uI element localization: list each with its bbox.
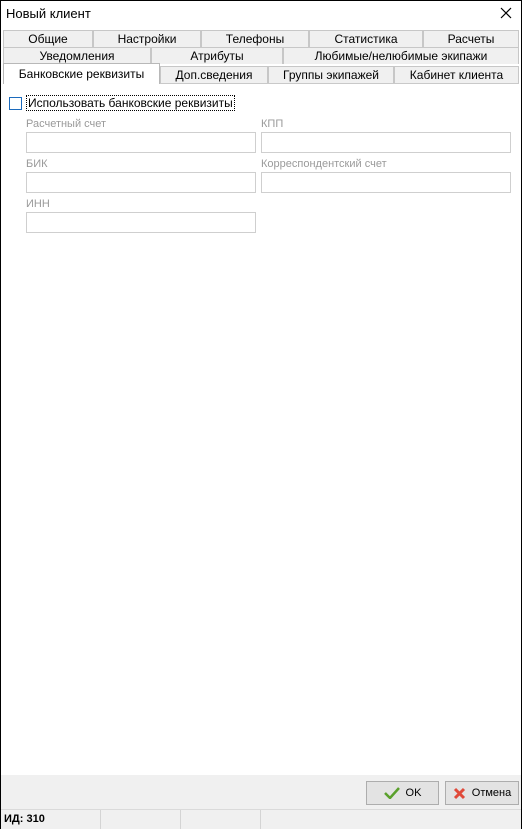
tab-favorite-crews[interactable]: Любимые/нелюбимые экипажи [283, 47, 519, 64]
tab-crew-groups[interactable]: Группы экипажей [268, 66, 394, 83]
tab-attributes[interactable]: Атрибуты [151, 47, 283, 64]
client-id-text: ИД: 310 [4, 813, 45, 825]
kpp-label: КПП [261, 118, 284, 130]
tab-general[interactable]: Общие [3, 30, 93, 47]
corr-account-label: Корреспондентский счет [261, 158, 387, 170]
inn-input[interactable] [26, 212, 256, 233]
cancel-button[interactable]: Отмена [445, 781, 519, 805]
checkbox-box[interactable] [9, 96, 22, 110]
ok-button[interactable]: OK [366, 781, 439, 805]
red-x-icon [453, 787, 466, 800]
tab-client-cabinet[interactable]: Кабинет клиента [394, 66, 519, 83]
checkmark-icon [383, 787, 400, 799]
tab-bank-details[interactable]: Банковские реквизиты [3, 63, 160, 84]
kpp-input[interactable] [261, 132, 511, 153]
bik-input[interactable] [26, 172, 256, 193]
tab-payments[interactable]: Расчеты [423, 30, 519, 47]
tab-settings[interactable]: Настройки [93, 30, 201, 47]
use-bank-details-label: Использовать банковские реквизиты [26, 95, 235, 111]
cancel-label: Отмена [471, 787, 512, 799]
tab-notifications[interactable]: Уведомления [3, 47, 151, 64]
close-icon [500, 7, 512, 19]
tab-additional-info[interactable]: Доп.сведения [160, 66, 268, 83]
button-bar: OK Отмена [1, 775, 521, 809]
title-bar: Новый клиент [1, 1, 521, 25]
account-label: Расчетный счет [26, 118, 107, 130]
status-cell [101, 810, 181, 829]
status-cell-id: ИД: 310 [1, 810, 101, 829]
ok-label: OK [405, 787, 422, 799]
status-cell [181, 810, 261, 829]
corr-account-input[interactable] [261, 172, 511, 193]
inn-label: ИНН [26, 198, 50, 210]
tab-statistics[interactable]: Статистика [309, 30, 423, 47]
bik-label: БИК [26, 158, 48, 170]
window-title: Новый клиент [6, 6, 91, 21]
dialog-window: Новый клиент Общие Настройки Телефоны Ст… [0, 0, 522, 829]
use-bank-details-checkbox[interactable]: Использовать банковские реквизиты [9, 95, 235, 111]
tab-phones[interactable]: Телефоны [201, 30, 309, 47]
account-input[interactable] [26, 132, 256, 153]
status-bar: ИД: 310 [1, 809, 521, 829]
close-button[interactable] [491, 1, 521, 25]
